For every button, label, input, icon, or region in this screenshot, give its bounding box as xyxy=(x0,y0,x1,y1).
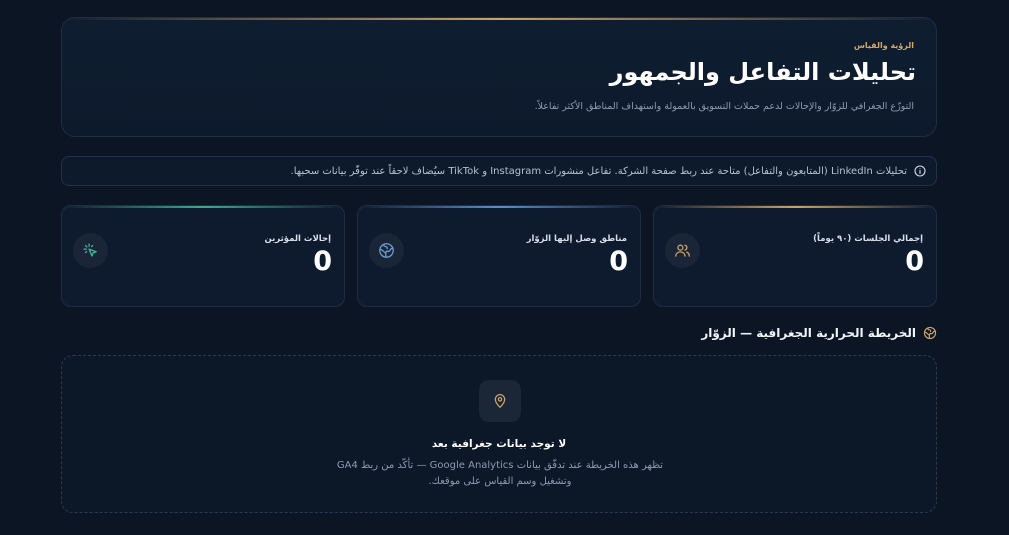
card-accent-line xyxy=(62,206,344,208)
stat-card-regions: مناطق وصل إليها الزوّار 0 xyxy=(357,205,641,307)
info-icon xyxy=(914,165,926,177)
card-accent-line xyxy=(654,206,936,208)
section-title-text: الخريطة الحرارية الجغرافية — الزوّار xyxy=(701,326,916,340)
info-notice: تحليلات LinkedIn (المتابعون والتفاعل) مت… xyxy=(61,156,937,186)
empty-state-description: تظهر هذه الخريطة عند تدفّق بيانات Google… xyxy=(336,460,664,487)
stat-label: مناطق وصل إليها الزوّار xyxy=(526,234,627,244)
globe-icon xyxy=(369,233,404,268)
page-eyebrow: الرؤية والقياس xyxy=(853,41,914,50)
stat-value: 0 xyxy=(313,246,332,277)
stat-card-sessions: إجمالي الجلسات (٩٠ يوماً) 0 xyxy=(653,205,937,307)
section-heading: الخريطة الحرارية الجغرافية — الزوّار xyxy=(701,326,937,340)
stat-label: إحالات المؤثرين xyxy=(264,234,331,244)
map-pin-icon xyxy=(479,380,521,422)
empty-state-title: لا توجد بيانات جغرافية بعد xyxy=(431,438,567,450)
globe-icon xyxy=(923,326,937,340)
users-icon xyxy=(665,233,700,268)
page-subtitle: التوزّع الجغرافي للزوّار والإحالات لدعم … xyxy=(534,101,914,112)
stat-value: 0 xyxy=(609,246,628,277)
analytics-page: الرؤية والقياس تحليلات التفاعل والجمهور … xyxy=(0,0,1009,535)
cursor-click-icon xyxy=(73,233,108,268)
page-title: تحليلات التفاعل والجمهور xyxy=(609,58,916,86)
card-accent-line xyxy=(358,206,640,208)
map-empty-state: لا توجد بيانات جغرافية بعد تظهر هذه الخر… xyxy=(61,355,937,513)
stat-label: إجمالي الجلسات (٩٠ يوماً) xyxy=(813,234,923,244)
notice-text: تحليلات LinkedIn (المتابعون والتفاعل) مت… xyxy=(290,165,907,177)
stat-value: 0 xyxy=(905,246,924,277)
stat-card-referrals: إحالات المؤثرين 0 xyxy=(61,205,345,307)
header-accent-line xyxy=(62,18,936,20)
page-header: الرؤية والقياس تحليلات التفاعل والجمهور … xyxy=(61,17,937,137)
